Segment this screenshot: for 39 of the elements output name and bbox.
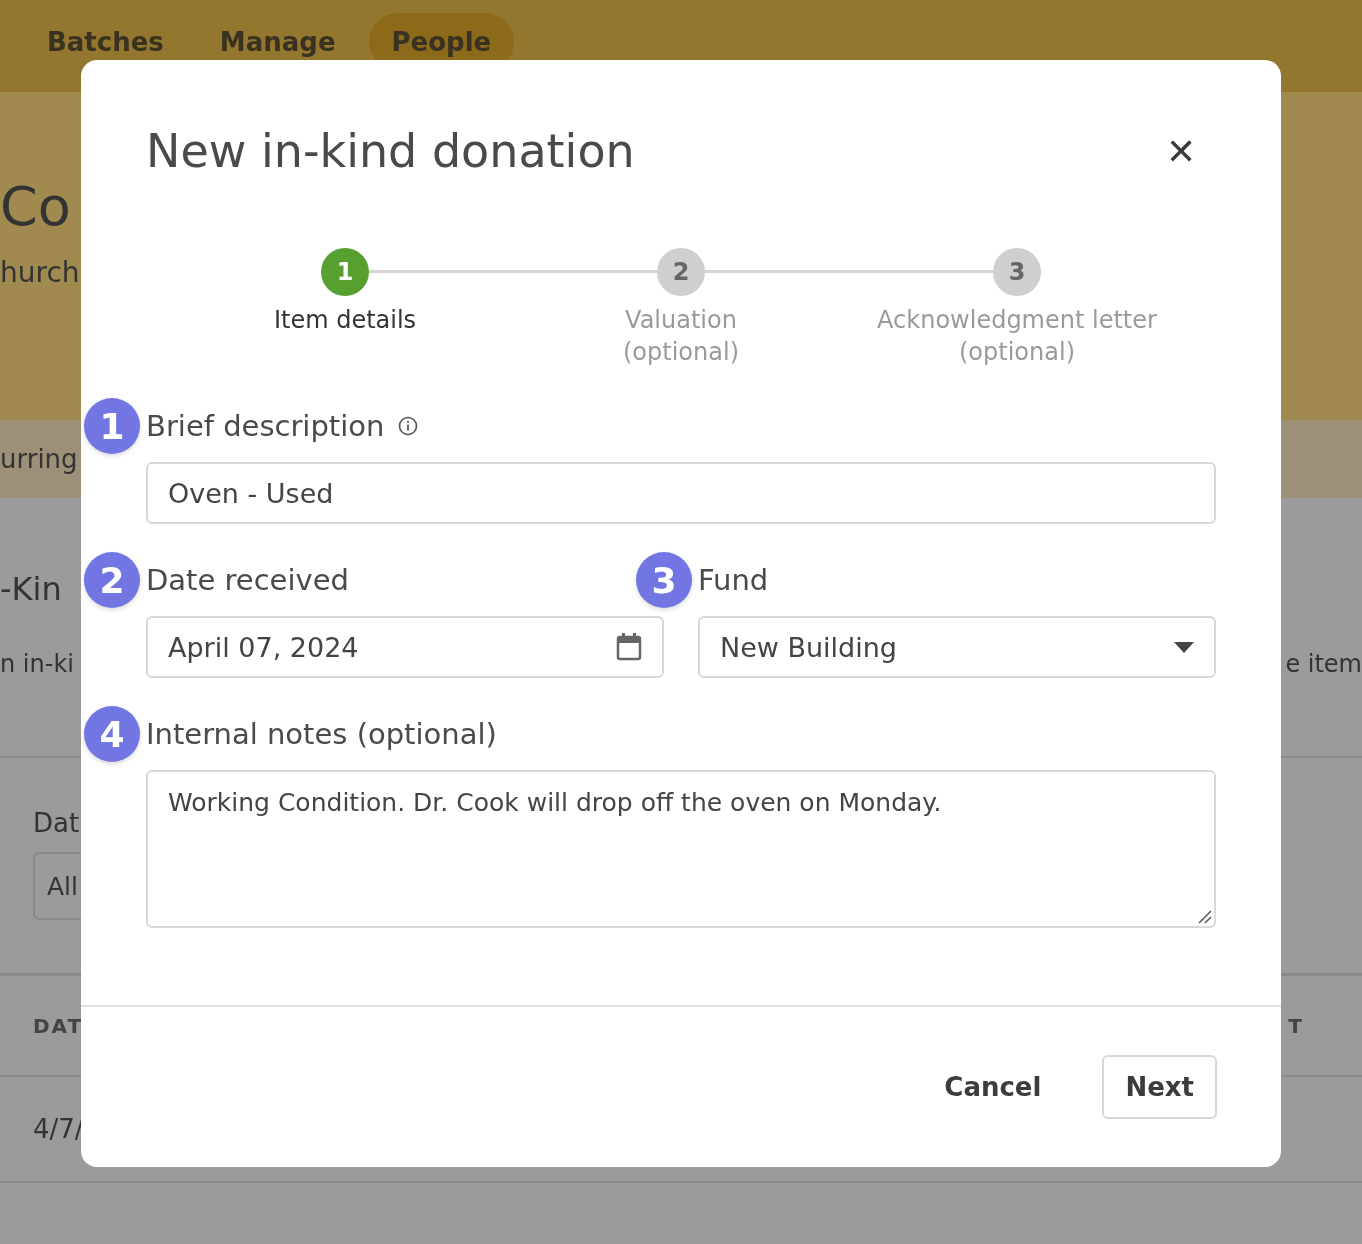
input-field[interactable]: Oven - Used: [146, 462, 1216, 524]
field-value: New Building: [720, 631, 897, 663]
caret-icon: [1174, 641, 1194, 653]
field-value: April 07, 2024: [168, 631, 359, 663]
next-button[interactable]: Next: [1102, 1055, 1217, 1119]
resize-handle-icon[interactable]: [1198, 910, 1212, 924]
step-badge: 1: [84, 398, 140, 454]
field-label: Fund: [698, 563, 769, 597]
step-label: Valuation: [625, 306, 737, 334]
field-label: Brief description: [146, 409, 385, 443]
select-field[interactable]: New Building: [698, 616, 1216, 678]
page-tab[interactable]: urring: [0, 444, 78, 474]
step-label: Acknowledgment letter: [877, 306, 1157, 334]
section-text: e item: [1285, 650, 1362, 678]
step-number: 3: [993, 248, 1041, 296]
table-cell: 4/7/: [33, 1114, 84, 1144]
section-title: -Kin: [0, 570, 62, 608]
step-badge: 4: [84, 706, 140, 762]
filter-label: Dat: [33, 808, 81, 838]
column-header: T: [1288, 1013, 1304, 1038]
field-label: Internal notes (optional): [146, 717, 497, 751]
step-note: (optional): [959, 338, 1075, 366]
textarea-field[interactable]: Working Condition. Dr. Cook will drop off the oven on Monday.: [146, 770, 1216, 928]
step-note: (optional): [623, 338, 739, 366]
field-value: Working Condition. Dr. Cook will drop off the oven on Monday.: [168, 788, 942, 817]
step-number: 1: [321, 248, 369, 296]
step-badge: 3: [636, 552, 692, 608]
field-label: Date received: [146, 563, 349, 597]
step-number: 2: [657, 248, 705, 296]
dialog-title: New in-kind donation: [146, 124, 635, 178]
section-text: n in-ki: [0, 650, 74, 678]
column-header: DAT: [33, 1013, 84, 1038]
calendar-icon[interactable]: [616, 632, 642, 662]
date-field[interactable]: April 07, 2024: [146, 616, 664, 678]
step-badge: 2: [84, 552, 140, 608]
step-label: Item details: [273, 306, 417, 334]
close-button[interactable]: ✕: [1161, 131, 1201, 171]
page-subheading: hurch: [0, 256, 80, 289]
page-heading: Co: [0, 180, 71, 234]
